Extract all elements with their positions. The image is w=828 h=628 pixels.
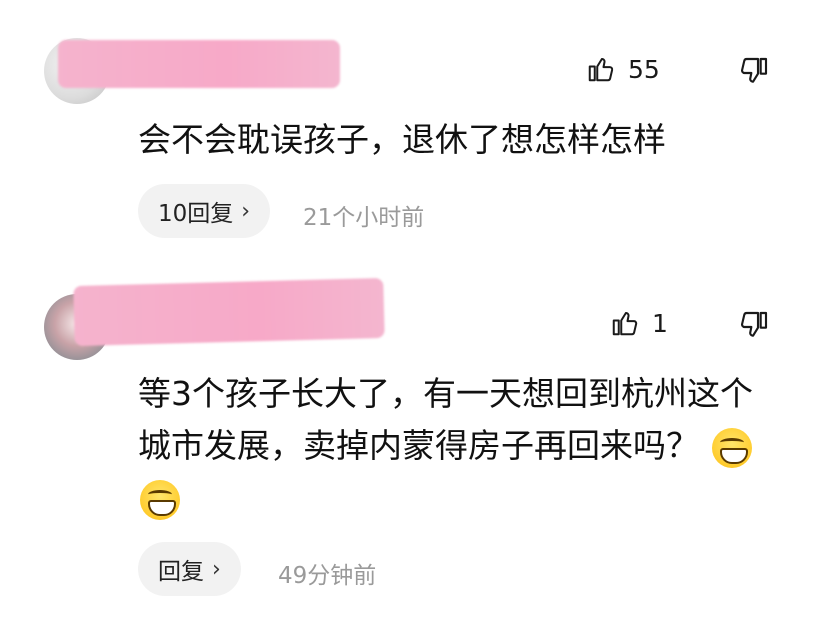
like-button[interactable]: 55 bbox=[586, 54, 660, 84]
comment-text: 等3个孩子长大了，有一天想回到杭州这个城市发展，卖掉内蒙得房子再回来吗？ bbox=[138, 368, 778, 524]
reply-label: 回复 bbox=[158, 559, 204, 585]
thumbs-up-icon bbox=[612, 312, 638, 336]
reply-button[interactable]: 回复 › bbox=[138, 542, 241, 596]
like-count: 55 bbox=[628, 54, 660, 84]
username-redaction bbox=[73, 277, 385, 347]
comment-timestamp: 49分钟前 bbox=[278, 563, 377, 589]
like-count: 1 bbox=[652, 308, 668, 338]
thumbs-down-icon[interactable] bbox=[738, 55, 770, 87]
chevron-right-icon: › bbox=[212, 556, 221, 582]
thumbs-down-icon[interactable] bbox=[738, 309, 770, 341]
comment-item: 55 会不会耽误孩子，退休了想怎样怎样 10回复 › 21个小时前 bbox=[0, 0, 828, 250]
grinning-face-emoji bbox=[140, 479, 180, 520]
grinning-face-emoji bbox=[711, 427, 752, 468]
username-redaction bbox=[58, 40, 340, 88]
like-button[interactable]: 1 bbox=[610, 308, 668, 338]
view-replies-button[interactable]: 10回复 › bbox=[138, 184, 271, 238]
comment-text-body: 等3个孩子长大了，有一天想回到杭州这个城市发展，卖掉内蒙得房子再回来吗？ bbox=[138, 374, 753, 465]
chevron-right-icon: › bbox=[241, 198, 251, 224]
thumbs-up-icon bbox=[588, 58, 614, 82]
comment-timestamp: 21个小时前 bbox=[303, 205, 425, 231]
comment-text: 会不会耽误孩子，退休了想怎样怎样 bbox=[138, 120, 666, 159]
reply-label: 10回复 bbox=[158, 201, 234, 227]
comment-item: 1 等3个孩子长大了，有一天想回到杭州这个城市发展，卖掉内蒙得房子再回来吗？ 回… bbox=[0, 270, 828, 628]
